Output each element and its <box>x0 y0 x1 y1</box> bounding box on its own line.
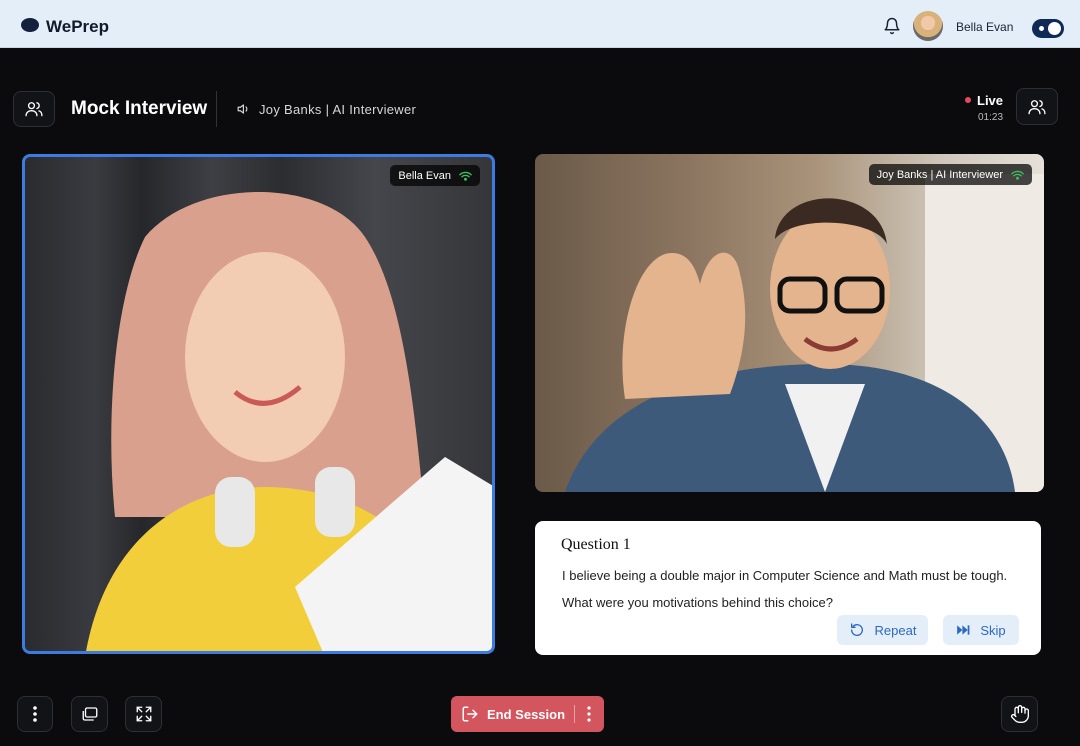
interviewer-video-frame <box>565 174 1044 492</box>
toggle-knob <box>1048 22 1061 35</box>
people-icon <box>1028 99 1046 114</box>
hand-icon <box>1010 705 1029 723</box>
exit-icon <box>462 706 478 722</box>
user-name[interactable]: Bella Evan <box>956 20 1013 34</box>
window-icon <box>82 707 97 721</box>
picture-in-picture-button[interactable] <box>71 696 108 732</box>
interviewer-video[interactable]: Joy Banks | AI Interviewer <box>535 154 1044 492</box>
end-session-button[interactable]: End Session <box>451 696 604 732</box>
repeat-label: Repeat <box>874 622 917 638</box>
live-indicator-dot <box>965 97 971 103</box>
app-name: WePrep <box>46 17 109 36</box>
toggle-dot <box>1039 26 1044 31</box>
speaker-icon[interactable] <box>237 102 251 116</box>
theme-toggle[interactable] <box>1032 19 1064 38</box>
participants-button[interactable] <box>13 91 55 127</box>
avatar[interactable] <box>913 11 943 41</box>
wifi-icon <box>1011 170 1024 180</box>
people-icon <box>25 102 43 117</box>
participants-list-button[interactable] <box>1016 88 1058 125</box>
more-icon <box>33 706 37 722</box>
top-nav: WePrep Bella Evan <box>0 0 1080 48</box>
logo-icon <box>21 18 39 32</box>
repeat-button[interactable]: Repeat <box>837 615 928 645</box>
raise-hand-button[interactable] <box>1001 696 1038 732</box>
bell-icon[interactable] <box>883 17 901 35</box>
skip-button[interactable]: Skip <box>943 615 1019 645</box>
interviewer-name-tag-label: Joy Banks | AI Interviewer <box>876 168 1003 181</box>
wifi-icon <box>459 171 472 181</box>
question-text-line2: What were you motivations behind this ch… <box>562 595 833 610</box>
user-name-tag-label: Bella Evan <box>398 169 451 182</box>
fullscreen-icon <box>136 706 151 722</box>
user-name-tag: Bella Evan <box>390 165 480 186</box>
question-text-line1: I believe being a double major in Comput… <box>562 568 1008 583</box>
question-title: Question 1 <box>561 536 631 553</box>
question-card: Question 1 I believe being a double majo… <box>535 521 1041 655</box>
user-video-frame <box>86 192 492 651</box>
skip-icon <box>957 625 970 635</box>
user-video[interactable]: Bella Evan <box>22 154 495 654</box>
page-title: Mock Interview <box>71 98 208 119</box>
elapsed-time: 01:23 <box>978 112 1004 123</box>
interviewer-name-tag: Joy Banks | AI Interviewer <box>868 164 1032 185</box>
more-options-button[interactable] <box>17 696 53 732</box>
skip-label: Skip <box>980 622 1006 638</box>
fullscreen-button[interactable] <box>125 696 162 732</box>
repeat-icon <box>850 623 863 636</box>
live-status: Live <box>977 93 1004 108</box>
more-icon[interactable] <box>583 705 595 723</box>
header-divider <box>216 91 217 127</box>
end-session-label: End Session <box>487 707 566 722</box>
end-session-divider <box>574 705 575 723</box>
interviewer-label: Joy Banks | AI Interviewer <box>259 102 417 117</box>
